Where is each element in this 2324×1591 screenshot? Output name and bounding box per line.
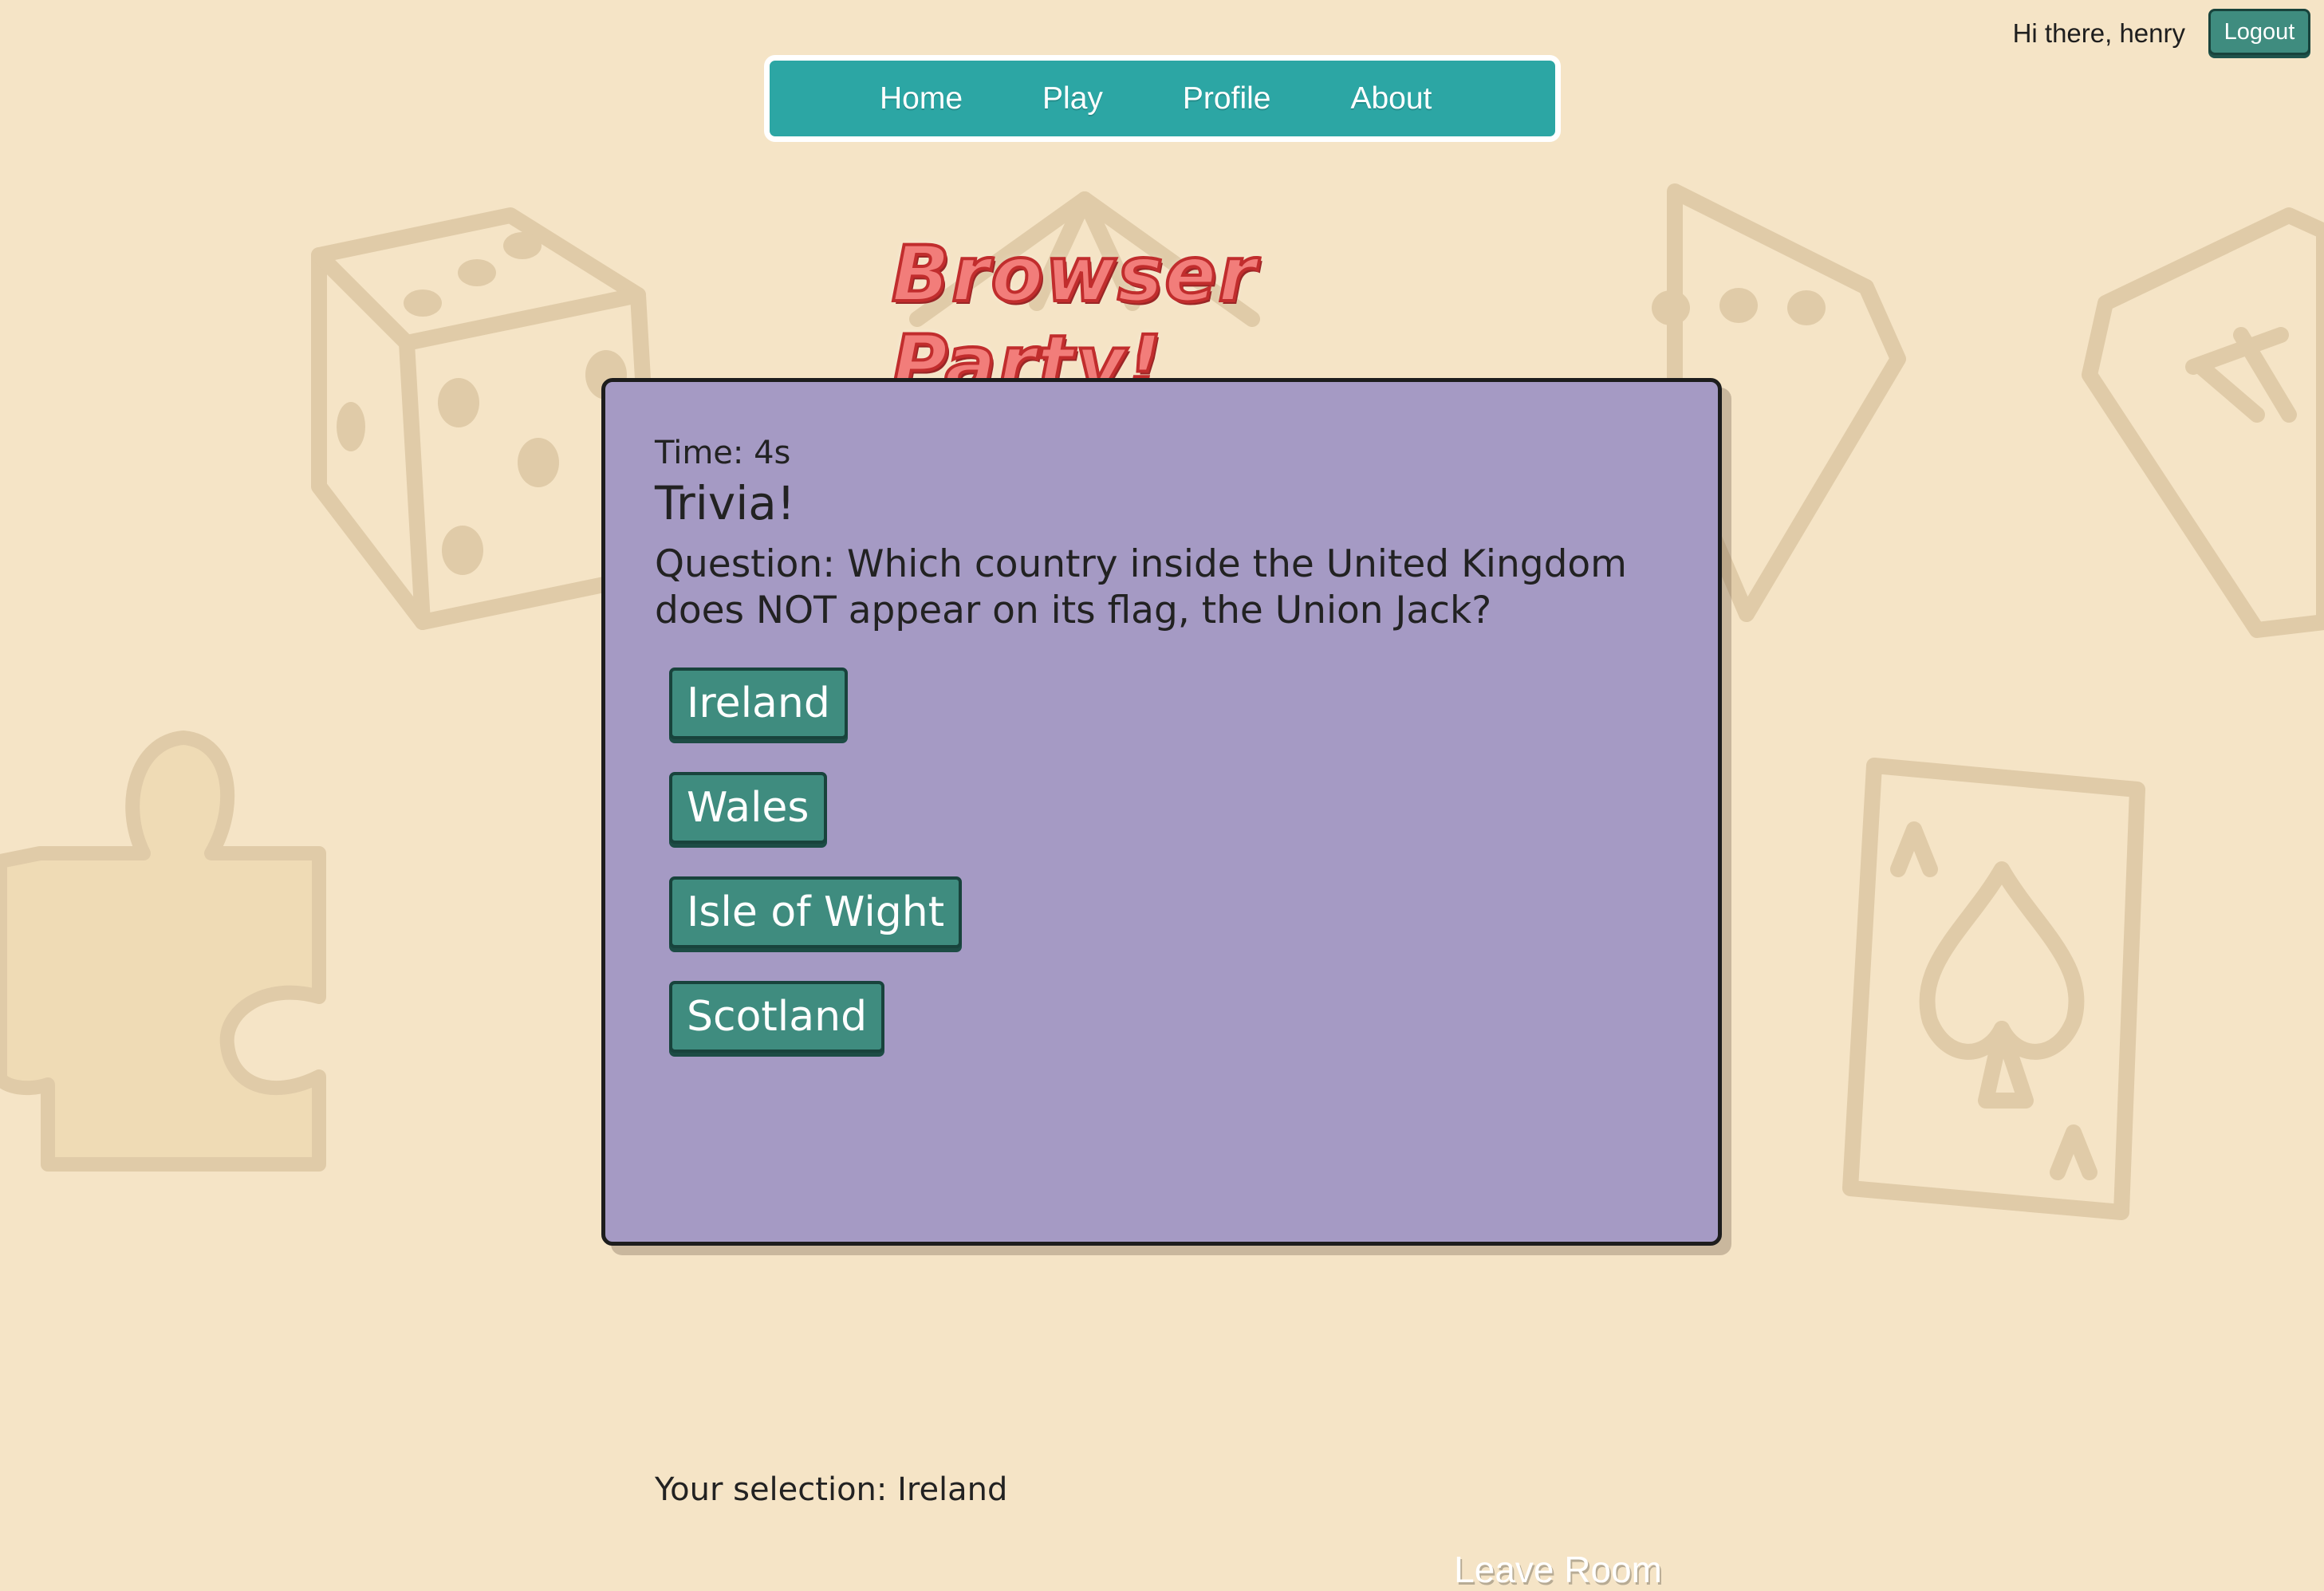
playing-card-icon	[1842, 758, 2145, 1220]
answer-button-ireland[interactable]: Ireland	[669, 668, 848, 739]
leave-room-link[interactable]: Leave Room	[1454, 1548, 1662, 1591]
nav-item-about[interactable]: About	[1350, 81, 1432, 116]
game-title: Trivia!	[655, 476, 796, 530]
nav-item-home[interactable]: Home	[880, 81, 963, 116]
nav-item-play[interactable]: Play	[1042, 81, 1103, 116]
trivia-game-panel: Time: 4s Trivia! Question: Which country…	[601, 378, 1722, 1590]
browser-party-logo: Browser Party!	[890, 228, 1258, 410]
puzzle-piece-icon	[0, 731, 326, 1172]
current-selection: Your selection: Ireland	[655, 1471, 1008, 1508]
logout-button[interactable]: Logout	[2208, 9, 2310, 55]
answer-button-isle-of-wight[interactable]: Isle of Wight	[669, 876, 963, 948]
answer-button-scotland[interactable]: Scotland	[669, 981, 885, 1053]
answer-button-wales[interactable]: Wales	[669, 772, 827, 844]
main-navbar: Home Play Profile About	[764, 55, 1561, 142]
trivia-question: Question: Which country inside the Unite…	[655, 542, 1627, 632]
mahjong-tile-icon	[2082, 207, 2324, 638]
user-greeting: Hi there, henry	[2012, 18, 2185, 48]
nav-item-profile[interactable]: Profile	[1183, 81, 1271, 116]
countdown-timer: Time: 4s	[655, 435, 791, 471]
